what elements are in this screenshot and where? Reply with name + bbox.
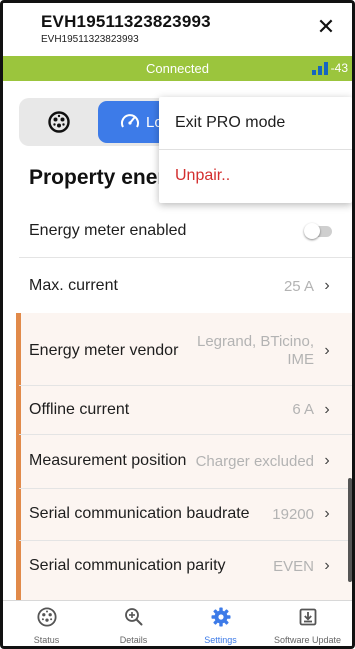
nav-settings-tab[interactable]: Settings <box>177 601 264 646</box>
row-label: Offline current <box>29 400 130 418</box>
connection-status-text: Connected <box>146 61 209 76</box>
app-frame: EVH19511323823993 EVH19511323823993 ✕ Co… <box>0 0 355 649</box>
row-label: Max. current <box>29 277 118 294</box>
unpair-menu-item[interactable]: Unpair.. <box>159 150 352 202</box>
chevron-right-icon: › <box>324 277 330 294</box>
signal-strength-icon <box>312 62 328 75</box>
overflow-menu: Exit PRO mode Unpair.. <box>159 97 352 203</box>
row-value: Legrand, BTicino, IME <box>197 333 314 369</box>
nav-details-tab[interactable]: Details <box>90 601 177 646</box>
measurement-position-row[interactable]: Measurement position Charger excluded › <box>3 435 352 487</box>
nav-label: Software Update <box>273 635 342 645</box>
energy-meter-toggle[interactable] <box>304 222 332 239</box>
serial-baudrate-row[interactable]: Serial communication baudrate 19200 › <box>3 489 352 539</box>
device-subtitle: EVH19511323823993 <box>41 34 139 45</box>
energy-meter-enabled-row[interactable]: Energy meter enabled <box>3 205 352 256</box>
nav-status-tab[interactable]: Status <box>3 601 90 646</box>
row-label: Energy meter enabled <box>29 221 187 239</box>
nav-label: Status <box>33 635 60 645</box>
ev-plug-icon <box>48 111 70 133</box>
chevron-right-icon: › <box>324 452 330 469</box>
row-label: Serial communication baudrate <box>29 505 250 522</box>
chevron-right-icon: › <box>324 400 330 418</box>
row-value-line: Legrand, BTicino, <box>196 333 314 350</box>
close-button[interactable]: ✕ <box>314 15 338 39</box>
row-value-line: IME <box>287 351 314 368</box>
device-title: EVH19511323823993 <box>41 12 211 31</box>
row-value: 6 A <box>292 401 314 418</box>
max-current-row[interactable]: Max. current 25 A › <box>3 259 352 313</box>
row-value: EVEN <box>273 557 314 575</box>
title-bar: EVH19511323823993 EVH19511323823993 ✕ <box>3 3 352 56</box>
row-value: 25 A <box>283 277 314 295</box>
bottom-navigation: Status Details Settings Software Update <box>3 600 352 646</box>
nav-label: Details <box>119 635 148 645</box>
row-divider <box>19 257 352 258</box>
energy-meter-vendor-row[interactable]: Energy meter vendor Legrand, BTicino, IM… <box>3 321 352 381</box>
signal-strength-value: -43 <box>330 61 348 75</box>
gauge-icon <box>121 114 139 128</box>
plug-mode-button[interactable] <box>29 104 89 140</box>
row-label: Measurement position <box>29 452 187 469</box>
ev-plug-icon <box>36 607 57 627</box>
zoom-in-icon <box>124 608 142 626</box>
scrollbar-thumb[interactable] <box>348 478 352 582</box>
offline-current-row[interactable]: Offline current 6 A › <box>3 386 352 433</box>
chevron-right-icon: › <box>324 557 330 574</box>
connection-status-bar: Connected -43 <box>3 56 352 81</box>
download-box-icon <box>299 608 316 626</box>
row-label: Serial communication parity <box>29 557 226 574</box>
nav-software-update-tab[interactable]: Software Update <box>264 601 351 646</box>
exit-pro-mode-menu-item[interactable]: Exit PRO mode <box>159 97 352 149</box>
gear-icon <box>211 607 230 627</box>
row-value: 19200 <box>272 505 314 523</box>
nav-label: Settings <box>204 635 237 645</box>
row-label: Energy meter vendor <box>29 342 179 359</box>
chevron-right-icon: › <box>324 342 330 359</box>
chevron-right-icon: › <box>324 505 330 522</box>
serial-parity-row[interactable]: Serial communication parity EVEN › <box>3 541 352 591</box>
section-title: Property energ <box>29 166 179 189</box>
row-value: Charger excluded <box>195 452 314 470</box>
